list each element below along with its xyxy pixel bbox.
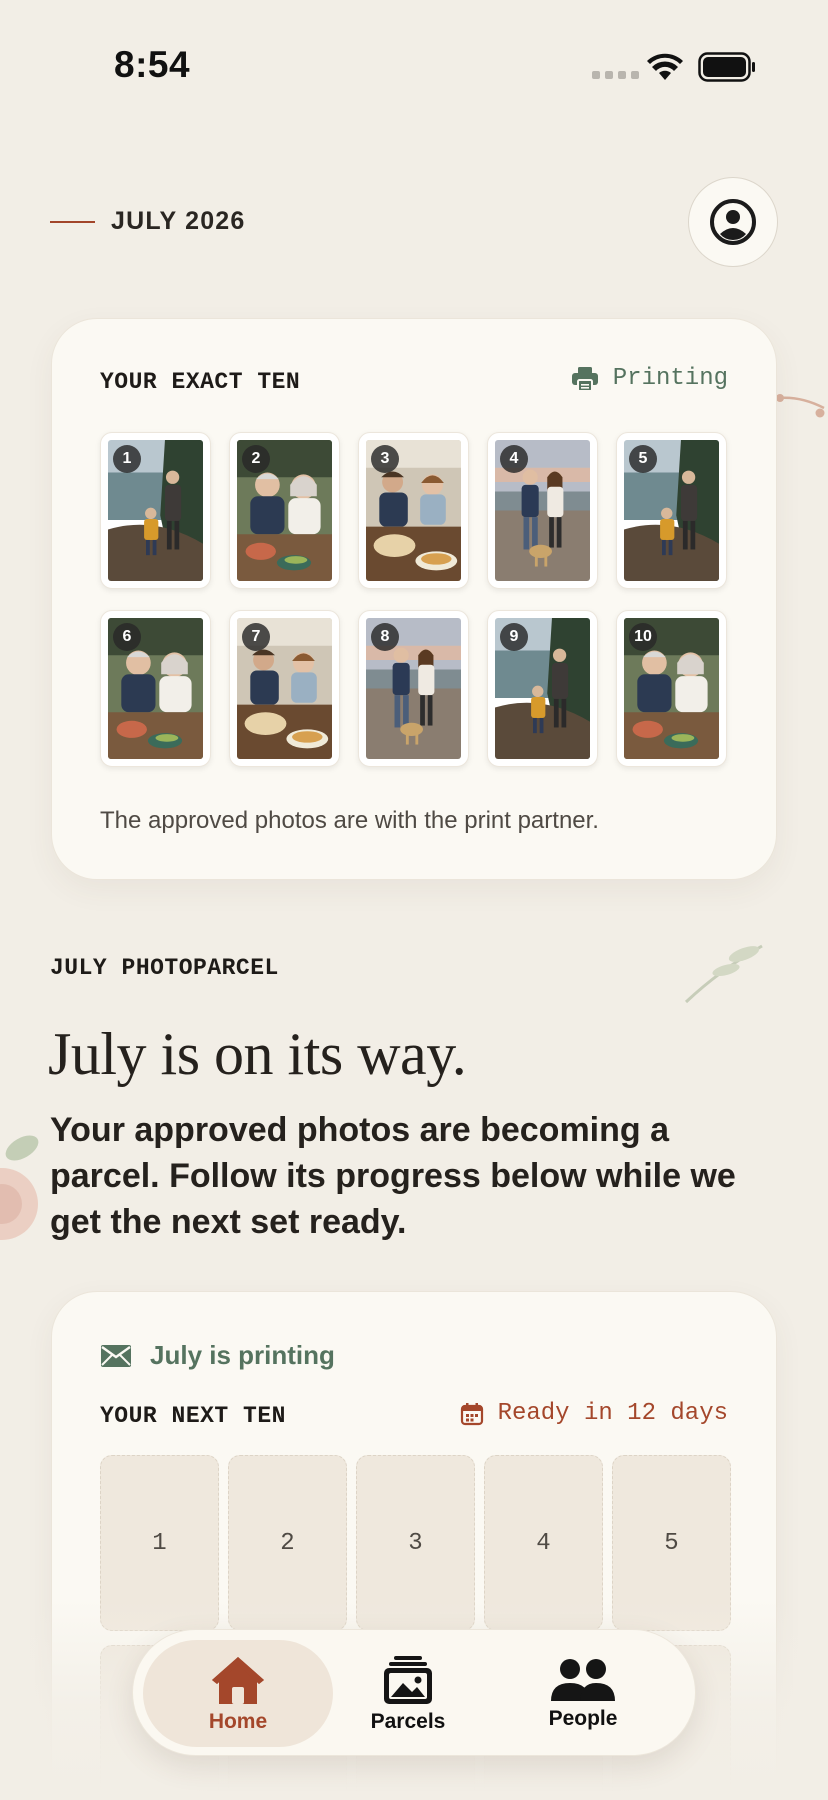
header-accent-line (50, 221, 95, 223)
envelope-icon (101, 1344, 131, 1367)
photo-number-badge: 5 (629, 445, 657, 473)
parcel-status: July is printing (100, 1340, 335, 1371)
photo-stack-icon (384, 1655, 432, 1704)
subheading: Your approved photos are becoming a parc… (50, 1111, 736, 1241)
photo-number-badge: 3 (371, 445, 399, 473)
printing-status-label: Printing (612, 365, 728, 392)
headline: July is on its way. (48, 1021, 467, 1087)
photo-number-badge: 7 (242, 623, 270, 651)
photo-number-badge: 6 (113, 623, 141, 651)
printing-status: Printing (571, 365, 728, 392)
photo-number-badge: 1 (113, 445, 141, 473)
photo-thumbnail[interactable]: 3 (358, 432, 469, 589)
photo-thumbnail[interactable]: 5 (616, 432, 727, 589)
wifi-icon (647, 53, 683, 80)
photo-thumbnail[interactable]: 1 (100, 432, 211, 589)
photo-thumbnail[interactable]: 10 (616, 610, 727, 767)
photo-number-badge: 8 (371, 623, 399, 651)
status-bar: 8:54 (0, 0, 828, 140)
next-ten-title: YOUR NEXT TEN (100, 1403, 286, 1429)
status-time: 8:54 (114, 44, 191, 85)
photo-thumbnail[interactable]: 6 (100, 610, 211, 767)
home-icon (212, 1656, 264, 1704)
parcel-status-label: July is printing (150, 1340, 335, 1370)
tab-parcels[interactable]: Parcels (328, 1640, 488, 1747)
tab-people[interactable]: People (503, 1640, 663, 1747)
print-partner-note: The approved photos are with the print p… (100, 807, 599, 834)
page-title: JULY 2026 (111, 207, 246, 235)
photo-number-badge: 10 (629, 623, 657, 651)
user-circle-icon (710, 199, 756, 245)
battery-icon (698, 52, 755, 82)
exact-ten-title: YOUR EXACT TEN (100, 369, 301, 395)
ready-countdown-label: Ready in 12 days (497, 1400, 728, 1427)
photo-number-badge: 4 (500, 445, 528, 473)
branch-decoration (776, 394, 825, 418)
calendar-icon (460, 1402, 483, 1425)
cellular-signal-icon (592, 71, 639, 79)
section-label: JULY PHOTOPARCEL (50, 955, 279, 981)
leaf-decoration (684, 944, 763, 1004)
tab-home-label: Home (208, 1709, 268, 1733)
peach-decoration (0, 1135, 39, 1240)
photo-grid: 1 2 3 4 5 6 7 8 9 10 (100, 432, 727, 767)
exact-ten-card: YOUR EXACT TEN Printing 1 2 3 4 5 6 7 8 … (51, 318, 777, 880)
ready-countdown: Ready in 12 days (460, 1400, 728, 1427)
people-icon (551, 1658, 615, 1701)
photo-thumbnail[interactable]: 7 (229, 610, 340, 767)
photo-thumbnail[interactable]: 4 (487, 432, 598, 589)
photo-number-badge: 9 (500, 623, 528, 651)
photo-thumbnail[interactable]: 9 (487, 610, 598, 767)
profile-button[interactable] (688, 177, 778, 267)
photo-thumbnail[interactable]: 8 (358, 610, 469, 767)
printer-icon (571, 366, 598, 392)
tab-bar: Home Parcels People (132, 1629, 696, 1756)
tab-home[interactable]: Home (143, 1640, 333, 1747)
photo-number-badge: 2 (242, 445, 270, 473)
tab-people-label: People (548, 1706, 618, 1730)
tab-parcels-label: Parcels (370, 1709, 446, 1733)
photo-thumbnail[interactable]: 2 (229, 432, 340, 589)
